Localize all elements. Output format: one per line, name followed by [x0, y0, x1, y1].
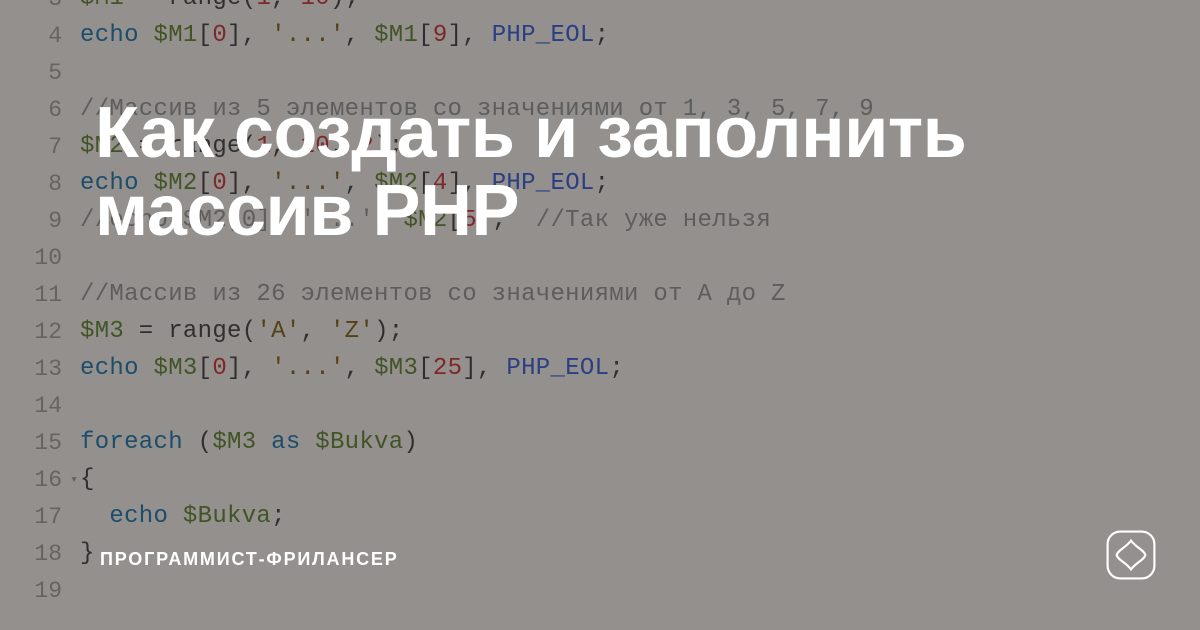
- headline-text: Как создать и заполнить массив PHP: [95, 95, 1140, 251]
- platform-logo-icon: [1104, 528, 1158, 582]
- author-label: ПРОГРАММИСТ-ФРИЛАНСЕР: [100, 549, 399, 570]
